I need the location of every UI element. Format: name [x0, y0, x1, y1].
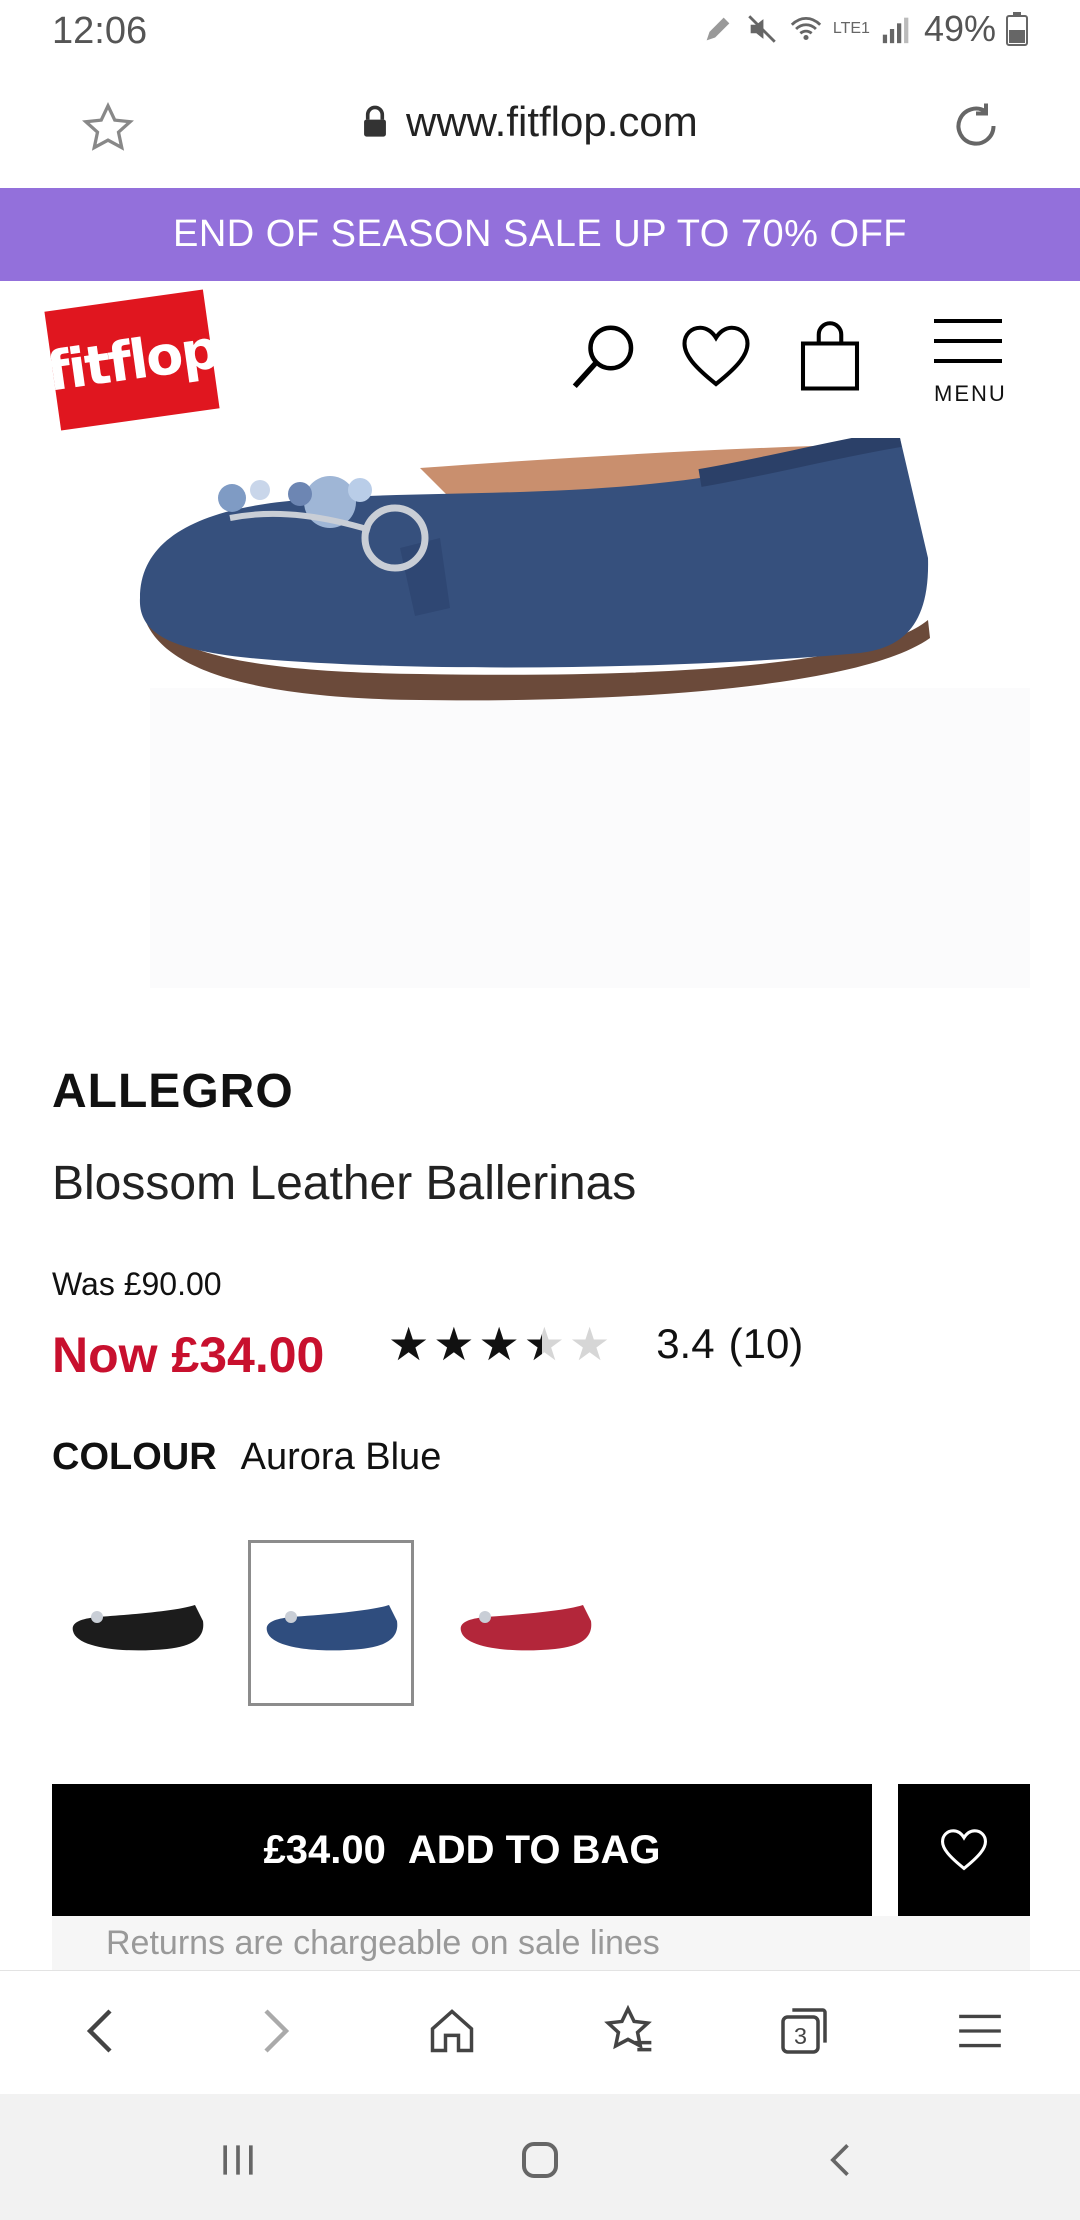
lock-icon	[364, 105, 386, 137]
product-image[interactable]	[0, 438, 1080, 990]
was-price: Was £90.00	[52, 1266, 222, 1302]
shoe-image	[139, 438, 1030, 988]
tabs-icon: 3	[781, 2008, 827, 2054]
shopping-bag-icon[interactable]	[794, 321, 866, 393]
swatch-shoe-image	[72, 1605, 204, 1651]
rating-score: 3.4	[656, 1320, 715, 1367]
wishlist-heart-icon[interactable]	[680, 321, 752, 393]
fitflop-logo[interactable]: fitflop	[42, 289, 222, 431]
rating-summary[interactable]: ★★★★★ ★★★★★ 3.4 (10)	[388, 1320, 803, 1368]
status-bar: 12:06 LTE1 49%	[0, 0, 1080, 68]
signal-icon	[882, 17, 909, 44]
promo-text: END OF SEASON SALE UP TO 70% OFF	[173, 213, 907, 255]
now-price: Now £34.00	[52, 1327, 325, 1383]
swatch-shoe-image	[266, 1605, 398, 1651]
reload-icon[interactable]	[946, 96, 1006, 156]
browser-forward-button[interactable]	[244, 1999, 308, 2063]
bookmarks-star-icon	[604, 2004, 652, 2052]
promo-banner[interactable]: END OF SEASON SALE UP TO 70% OFF	[0, 188, 1080, 281]
rating-stars: ★★★★★ ★★★★★	[388, 1318, 615, 1370]
review-count: (10)	[728, 1320, 804, 1367]
star-bookmark-icon[interactable]	[80, 100, 136, 156]
address-field[interactable]: www.fitflop.com	[360, 98, 698, 146]
home-icon	[430, 2009, 474, 2053]
system-nav-bar	[0, 2094, 1080, 2220]
browser-back-button[interactable]	[68, 1999, 132, 2063]
home-nav-button[interactable]	[510, 2130, 570, 2190]
browser-tabs-button[interactable]: 3	[772, 1999, 836, 2063]
wifi-icon	[790, 16, 822, 41]
colour-label: COLOUR	[52, 1436, 217, 1478]
battery-percent: 49%	[923, 8, 996, 49]
swatch-shoe-image	[460, 1605, 592, 1651]
browser-home-button[interactable]	[420, 1999, 484, 2063]
browser-toolbar: 3	[0, 1970, 1080, 2095]
browser-bookmarks-button[interactable]	[596, 1999, 660, 2063]
heart-icon	[940, 1829, 988, 1871]
product-brand: ALLEGRO	[52, 1065, 294, 1118]
add-to-bag-button[interactable]: £34.00 ADD TO BAG	[52, 1784, 872, 1916]
mute-icon	[748, 15, 776, 43]
swatch-red[interactable]	[442, 1540, 608, 1706]
url-text: www.fitflop.com	[406, 98, 698, 145]
back-arrow-icon	[86, 2009, 112, 2053]
back-nav-button[interactable]	[812, 2130, 872, 2190]
add-to-wishlist-button[interactable]	[898, 1784, 1030, 1916]
logo-text: fitflop	[42, 316, 222, 404]
status-time: 12:06	[52, 10, 148, 52]
url-bar: www.fitflop.com	[0, 68, 1080, 188]
search-icon[interactable]	[568, 321, 640, 393]
add-to-bag-price: £34.00	[263, 1827, 386, 1872]
tabs-count: 3	[794, 2023, 807, 2049]
site-header: fitflop MENU	[0, 281, 1080, 438]
network-label: LTE1	[832, 20, 870, 37]
returns-note: Returns are chargeable on sale lines	[52, 1916, 1030, 1970]
add-to-bag-label: ADD TO BAG	[407, 1827, 661, 1872]
status-icons: LTE1 49%	[701, 8, 1028, 50]
back-chevron-icon	[830, 2144, 849, 2176]
menu-label[interactable]: MENU	[934, 381, 1007, 407]
swatch-aurora-blue[interactable]	[248, 1540, 414, 1706]
home-square-icon	[522, 2142, 558, 2178]
pen-icon	[706, 17, 730, 41]
product-name: Blossom Leather Ballerinas	[52, 1157, 637, 1210]
forward-arrow-icon	[264, 2009, 290, 2053]
swatch-black[interactable]	[54, 1540, 220, 1706]
recent-apps-button[interactable]	[208, 2130, 268, 2190]
battery-icon	[1006, 12, 1028, 46]
browser-menu-button[interactable]	[948, 1999, 1012, 2063]
colour-row: COLOUR Aurora Blue	[52, 1436, 441, 1479]
hamburger-icon	[959, 2014, 1001, 2048]
menu-icon[interactable]	[934, 317, 1002, 367]
recent-apps-icon	[223, 2145, 253, 2175]
colour-value: Aurora Blue	[240, 1436, 442, 1478]
